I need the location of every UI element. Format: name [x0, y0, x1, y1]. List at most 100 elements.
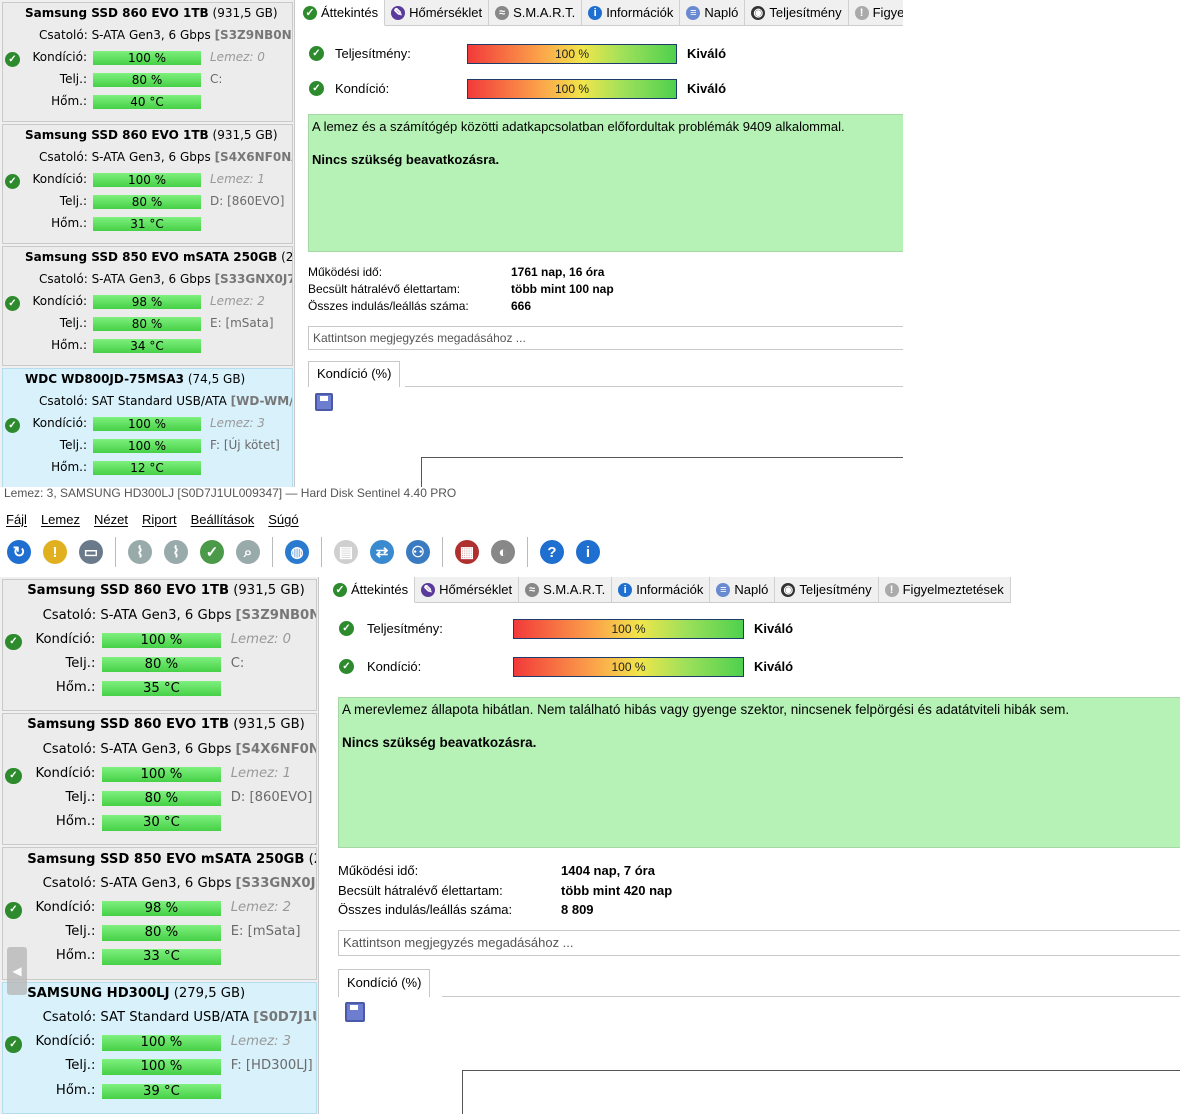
health-bar: 100 % — [102, 1035, 221, 1051]
note-input[interactable]: Kattintson megjegyzés megadásához ... — [308, 326, 903, 350]
info-button[interactable]: i — [573, 537, 603, 567]
collapse-panel-handle[interactable]: ◀ — [7, 947, 27, 995]
tab-log[interactable]: ≡ Napló — [680, 0, 746, 25]
report-button[interactable]: ▦ — [452, 537, 482, 567]
save-icon[interactable] — [345, 1002, 365, 1022]
tab-health-chart[interactable]: Kondíció (%) — [308, 361, 401, 387]
temp-label: Hőm.: — [51, 460, 87, 474]
tab-alerts[interactable]: !Figyelmeztetések — [879, 577, 1011, 602]
remaining-value: több mint 100 nap — [511, 282, 614, 296]
tab-overview[interactable]: ✓ Áttekintés — [297, 0, 386, 26]
tab-information[interactable]: i Információk — [612, 577, 711, 602]
tab-alerts[interactable]: !Figyelmeztetések — [849, 0, 903, 25]
disk-model: Samsung SSD 850 EVO mSATA 250GB — [25, 250, 278, 264]
health-bar: 100 % — [93, 51, 201, 65]
refresh-icon: ↻ — [7, 540, 31, 564]
network-button[interactable]: ⚇ — [403, 537, 433, 567]
interface-text: Csatoló: S-ATA Gen3, 6 Gbps — [39, 28, 211, 42]
report-icon: ▦ — [455, 540, 479, 564]
help-icon: ? — [540, 540, 564, 564]
tab-label: Áttekintés — [351, 582, 409, 597]
interface-text: Csatoló: SAT Standard USB/ATA — [39, 394, 227, 408]
startstop-value: 666 — [511, 299, 532, 313]
tab-smart[interactable]: ≈ S.M.A.R.T. — [519, 577, 613, 602]
tab-information[interactable]: i Információk — [582, 0, 681, 25]
menu-settings[interactable]: Beállítások — [191, 512, 255, 527]
disk-index: Lemez: 3 — [230, 1034, 292, 1050]
disk-interface: Csatoló: S-ATA Gen3, 6 Gbps [S33GNX0J7 — [43, 876, 316, 891]
disk-interface: Csatoló: S-ATA Gen3, 6 Gbps [S3Z9NB0NE — [43, 607, 316, 623]
tab-overview[interactable]: ✓ Áttekintés — [327, 577, 416, 603]
disk-card[interactable]: SAMSUNG HD300LJ (279,5 GB) Csatoló: SAT S… — [2, 981, 317, 1114]
disk-title: SAMSUNG HD300LJ (279,5 GB) — [27, 986, 245, 1001]
overview-panel: ✓ Áttekintés ✎ Hőmérséklet ≈ S.M.A.R.T. i Infor… — [297, 0, 903, 495]
document-button[interactable]: ▤ — [331, 537, 361, 567]
menu-report[interactable]: Riport — [142, 512, 177, 527]
disk-card[interactable]: Samsung SSD 860 EVO 1TB (931,5 GB) Csatol… — [2, 124, 293, 244]
toolbar-separator — [272, 537, 273, 567]
disk-card[interactable]: Samsung SSD 860 EVO 1TB (931,5 GB) Csatol… — [2, 2, 293, 122]
help-button[interactable]: ? — [537, 537, 567, 567]
startstop-value: 8 809 — [561, 902, 594, 917]
disk-card[interactable]: WDC WD800JD-75MSA3 (74,5 GB) Csatoló: SAT… — [2, 368, 293, 488]
interface-text: Csatoló: S-ATA Gen3, 6 Gbps — [39, 272, 211, 286]
disk-card[interactable]: Samsung SSD 850 EVO mSATA 250GB (232, Csa… — [2, 246, 293, 366]
menu-disk[interactable]: Lemez — [41, 512, 80, 527]
globe-button[interactable]: ◍ — [282, 537, 312, 567]
health-label: Kondíció: — [35, 1034, 96, 1050]
tab-smart[interactable]: ≈ S.M.A.R.T. — [489, 0, 583, 25]
menu-view[interactable]: Nézet — [94, 512, 128, 527]
disk-tool-button[interactable]: ⌇ — [125, 537, 155, 567]
serial-number: [S0D7J1U — [253, 1010, 317, 1026]
disk-index: Lemez: 0 — [230, 631, 292, 647]
tab-label: Hőmérséklet — [409, 5, 483, 20]
disk-card[interactable]: Samsung SSD 850 EVO mSATA 250GB (232, Csa… — [2, 847, 317, 980]
info-icon: i — [588, 5, 603, 20]
menu-file[interactable]: Fájl — [6, 512, 27, 527]
interface-text: Csatoló: S-ATA Gen3, 6 Gbps — [39, 150, 211, 164]
perf-bar: 100 % — [102, 1059, 221, 1075]
performance-bar: 100 % — [513, 619, 744, 639]
perf-label: Telj.: — [59, 438, 87, 452]
disk-tool-button[interactable]: ⌇ — [161, 537, 191, 567]
warning-button[interactable]: ! — [40, 537, 70, 567]
warning-doc-icon: ! — [854, 5, 869, 20]
globe-icon: ◍ — [285, 540, 309, 564]
tab-temperature[interactable]: ✎ Hőmérséklet — [385, 0, 490, 25]
menu-help[interactable]: Súgó — [268, 512, 298, 527]
sync-button[interactable]: ⇄ — [367, 537, 397, 567]
disk-card[interactable]: Samsung SSD 860 EVO 1TB (931,5 GB) Csatol… — [2, 713, 317, 846]
drive-letter: C: — [230, 655, 245, 671]
tab-label: Figyelmeztetések — [902, 582, 1004, 597]
disk-interface: Csatoló: S-ATA Gen3, 6 Gbps [S33GNX0J7 — [39, 272, 292, 286]
startstop-label: Összes indulás/leállás száma: — [338, 902, 513, 917]
info-icon: i — [618, 582, 633, 597]
tab-temperature[interactable]: ✎ Hőmérséklet — [415, 577, 520, 602]
tab-label: Információk — [606, 5, 674, 20]
save-icon[interactable] — [315, 393, 333, 411]
tab-log[interactable]: ≡ Napló — [710, 577, 776, 602]
tab-performance[interactable]: ◉ Teljesítmény — [745, 0, 849, 25]
tab-label: Napló — [704, 5, 739, 20]
refresh-button[interactable]: ↻ — [4, 537, 34, 567]
disk-title: Samsung SSD 860 EVO 1TB (931,5 GB) — [25, 6, 278, 20]
disk-card[interactable]: Samsung SSD 860 EVO 1TB (931,5 GB) Csatol… — [2, 579, 317, 712]
temp-bar: 31 °C — [93, 217, 201, 231]
health-row: ✓ Kondíció: 100 % Kiváló — [297, 77, 897, 101]
performance-label: Teljesítmény: — [367, 621, 443, 636]
smart-icon: ≈ — [525, 582, 540, 597]
tab-health-chart[interactable]: Kondíció (%) — [338, 969, 431, 997]
disk-search-button[interactable]: ⌕ — [233, 537, 263, 567]
tab-performance[interactable]: ◉ Teljesítmény — [775, 577, 879, 602]
perf-label: Telj.: — [65, 655, 96, 671]
perf-bar: 80 % — [93, 195, 201, 209]
disk-model: SAMSUNG HD300LJ — [27, 985, 170, 1001]
tab-label: Információk — [636, 582, 704, 597]
disk-index: Lemez: 1 — [230, 765, 292, 781]
speaker-button[interactable]: ◐ — [488, 537, 518, 567]
disk-check-button[interactable]: ✓ — [197, 537, 227, 567]
serial-number: [S3Z9NB0NE — [235, 607, 316, 623]
note-input[interactable]: Kattintson megjegyzés megadásához ... — [338, 930, 1180, 956]
disk-button[interactable]: ▭ — [76, 537, 106, 567]
disk-interface: Csatoló: S-ATA Gen3, 6 Gbps [S4X6NF0NA — [39, 150, 292, 164]
